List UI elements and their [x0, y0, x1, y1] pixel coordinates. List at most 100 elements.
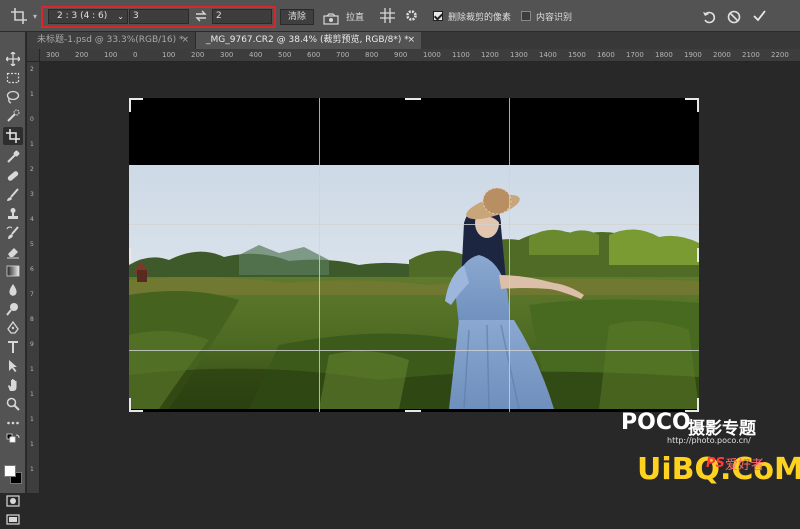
ruler-tick-label: 2200: [771, 51, 789, 59]
crop-handle-bottom[interactable]: [405, 410, 421, 412]
ruler-tick-label: 1400: [539, 51, 557, 59]
crop-handle-bottom-left[interactable]: [129, 398, 131, 412]
quick-selection-tool-icon[interactable]: [6, 109, 20, 123]
ruler-tick-label: 1100: [452, 51, 470, 59]
ruler-tick-label: 1: [30, 366, 34, 373]
crop-handle-top[interactable]: [405, 98, 421, 100]
options-bar: ▾ 2 : 3 (4 : 6) ⌄ 3 2 清除 拉直 删除裁剪的像素 内容识别: [0, 0, 800, 32]
crop-handle-bottom-right[interactable]: [697, 398, 699, 412]
healing-brush-tool-icon[interactable]: [6, 169, 20, 183]
ruler-tick-label: 500: [278, 51, 292, 59]
crop-handle-top-left[interactable]: [129, 98, 131, 112]
ruler-tick-label: 1500: [568, 51, 586, 59]
poco-watermark: POCO: [621, 410, 691, 435]
ruler-tick-label: 2: [30, 166, 34, 173]
reset-icon[interactable]: [702, 9, 716, 24]
more-tools-icon[interactable]: [6, 416, 20, 430]
ruler-tick-label: 8: [30, 316, 34, 323]
crop-handle-left[interactable]: [129, 248, 131, 262]
crop-handle-right[interactable]: [697, 248, 699, 262]
ruler-tick-label: 300: [220, 51, 234, 59]
gradient-tool-icon[interactable]: [6, 264, 20, 278]
tools-panel: [0, 32, 26, 525]
crop-width-input[interactable]: 3: [129, 9, 189, 24]
crop-handle-top-left[interactable]: [129, 98, 143, 100]
straighten-label[interactable]: 拉直: [346, 10, 364, 23]
clone-stamp-tool-icon[interactable]: [6, 207, 20, 221]
default-colors-icon[interactable]: [6, 433, 20, 447]
type-tool-icon[interactable]: [6, 340, 20, 354]
close-icon[interactable]: ×: [407, 32, 415, 49]
tab-label: _MG_9767.CR2 @ 38.4% (裁剪预览, RGB/8*) *: [206, 35, 409, 45]
pen-tool-icon[interactable]: [6, 321, 20, 335]
foreground-color-swatch[interactable]: [4, 465, 16, 477]
tab-label: 未标题-1.psd @ 33.3%(RGB/16) *: [37, 35, 184, 45]
ruler-tick-label: 1800: [655, 51, 673, 59]
quick-mask-icon[interactable]: [6, 492, 20, 507]
ruler-tick-label: 0: [133, 51, 138, 59]
crop-height-input[interactable]: 2: [212, 9, 272, 24]
ruler-tick-label: 100: [104, 51, 118, 59]
dodge-tool-icon[interactable]: [6, 302, 20, 316]
swap-dimensions-icon[interactable]: [194, 8, 208, 22]
aspect-ratio-select[interactable]: 2 : 3 (4 : 6) ⌄: [48, 9, 128, 24]
crop-handle-top-right[interactable]: [697, 98, 699, 112]
history-brush-tool-icon[interactable]: [6, 226, 20, 240]
ps-watermark-text: 爱好者: [725, 458, 765, 473]
overlay-grid-icon[interactable]: [380, 8, 395, 23]
move-tool-icon[interactable]: [6, 52, 20, 66]
document-tab-bar: 未标题-1.psd @ 33.3%(RGB/16) * × _MG_9767.C…: [27, 32, 800, 49]
tab-untitled-psd[interactable]: 未标题-1.psd @ 33.3%(RGB/16) * ×: [27, 32, 196, 49]
content-aware-label: 内容识别: [536, 13, 573, 23]
eraser-tool-icon[interactable]: [6, 245, 20, 259]
vertical-ruler[interactable]: 2 1 0 1 2 3 4 5 6 7 8 9 1 1 1 1 1: [27, 62, 40, 493]
horizontal-ruler[interactable]: 300 200 100 0 100 200 300 400 500 600 700 800 900 100…: [40, 49, 800, 62]
ruler-tick-label: 1: [30, 466, 34, 473]
ruler-origin[interactable]: [27, 49, 40, 62]
hand-tool-icon[interactable]: [6, 378, 20, 392]
delete-cropped-pixels-checkbox[interactable]: [433, 11, 443, 21]
tab-mg-9767-cr2[interactable]: _MG_9767.CR2 @ 38.4% (裁剪预览, RGB/8*) * ×: [196, 32, 421, 49]
ruler-tick-label: 700: [336, 51, 350, 59]
straighten-icon[interactable]: [323, 10, 339, 25]
crop-tool-icon[interactable]: [10, 7, 32, 25]
crop-tool-button-icon[interactable]: [3, 127, 23, 145]
tool-preset-caret-icon[interactable]: ▾: [33, 12, 37, 21]
crop-handle-bottom-left[interactable]: [129, 410, 143, 412]
ruler-tick-label: 1000: [423, 51, 441, 59]
ruler-tick-label: 1700: [626, 51, 644, 59]
ruler-tick-label: 1: [30, 141, 34, 148]
ruler-tick-label: 9: [30, 341, 34, 348]
aspect-ratio-value: 2 : 3 (4 : 6): [57, 11, 108, 21]
screen-mode-icon[interactable]: [6, 510, 20, 525]
marquee-tool-icon[interactable]: [6, 71, 20, 85]
content-aware-checkbox[interactable]: [521, 11, 531, 21]
grid-line-vertical: [509, 98, 510, 412]
zoom-tool-icon[interactable]: [6, 397, 20, 411]
photo-image: [129, 165, 699, 409]
commit-check-icon[interactable]: [752, 8, 767, 23]
crop-preview[interactable]: [129, 98, 699, 412]
delete-cropped-pixels-label: 删除裁剪的像素: [448, 13, 512, 23]
ruler-tick-label: 1: [30, 416, 34, 423]
ruler-tick-label: 0: [30, 116, 34, 123]
eyedropper-tool-icon[interactable]: [6, 150, 20, 164]
ps-watermark-badge: PS: [706, 456, 725, 471]
blur-tool-icon[interactable]: [6, 283, 20, 297]
ruler-tick-label: 200: [191, 51, 205, 59]
close-icon[interactable]: ×: [181, 32, 189, 49]
clear-button[interactable]: 清除: [280, 9, 314, 25]
ruler-tick-label: 5: [30, 241, 34, 248]
ruler-tick-label: 2000: [713, 51, 731, 59]
ruler-tick-label: 100: [162, 51, 176, 59]
gear-icon[interactable]: [404, 8, 419, 23]
path-selection-tool-icon[interactable]: [6, 359, 20, 373]
brush-tool-icon[interactable]: [6, 188, 20, 202]
ruler-tick-label: 1: [30, 91, 34, 98]
grid-line-horizontal: [129, 224, 699, 225]
cancel-icon[interactable]: [727, 9, 741, 24]
ruler-tick-label: 3: [30, 191, 34, 198]
ruler-tick-label: 2100: [742, 51, 760, 59]
lasso-tool-icon[interactable]: [6, 90, 20, 104]
ruler-tick-label: 200: [75, 51, 89, 59]
